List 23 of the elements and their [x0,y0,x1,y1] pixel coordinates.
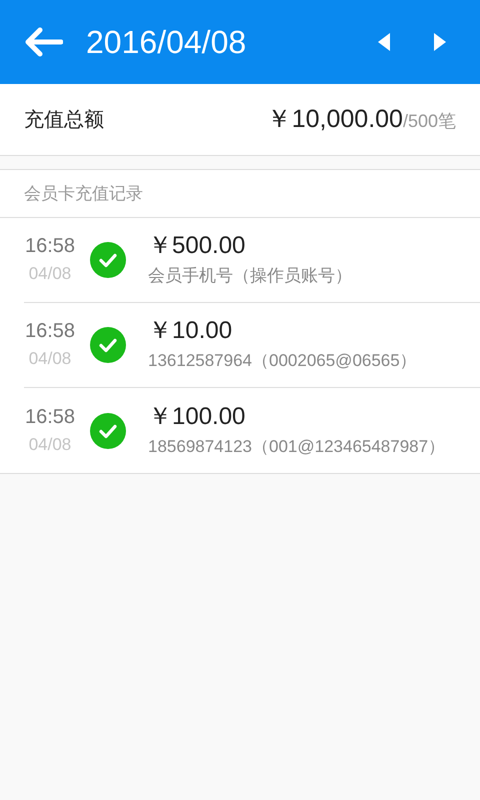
record-row[interactable]: 16:58 04/08 ￥100.00 18569874123（001@123465487987） [24,388,480,473]
record-detail: 13612587964（0002065@06565） [148,350,417,372]
record-time: 16:58 [24,404,76,428]
left-triangle-icon [377,32,391,52]
record-time: 16:58 [24,234,76,258]
summary-label: 充值总额 [24,108,104,132]
record-amount: ￥10.00 [148,317,234,345]
back-arrow-icon [25,27,63,57]
record-date: 04/08 [28,434,72,456]
section-title: 会员卡充值记录 [24,182,143,205]
record-row[interactable]: 16:58 04/08 ￥10.00 13612587964（0002065@06565） [24,303,480,388]
record-detail: 会员手机号（操作员账号） [148,265,352,287]
record-amount: ￥500.00 [148,232,246,260]
date-title: 2016/04/08 [86,23,246,62]
record-amount: ￥100.00 [148,402,246,430]
record-date: 04/08 [28,263,72,285]
total-amount: ￥10,000.00 [266,104,403,135]
record-row[interactable]: 16:58 04/08 ￥500.00 会员手机号（操作员账号） [24,218,480,303]
record-date: 04/08 [28,348,72,370]
record-detail: 18569874123（001@123465487987） [148,436,446,458]
record-time: 16:58 [24,319,76,343]
record-count: /500笔 [402,110,456,133]
right-triangle-icon [433,32,447,52]
